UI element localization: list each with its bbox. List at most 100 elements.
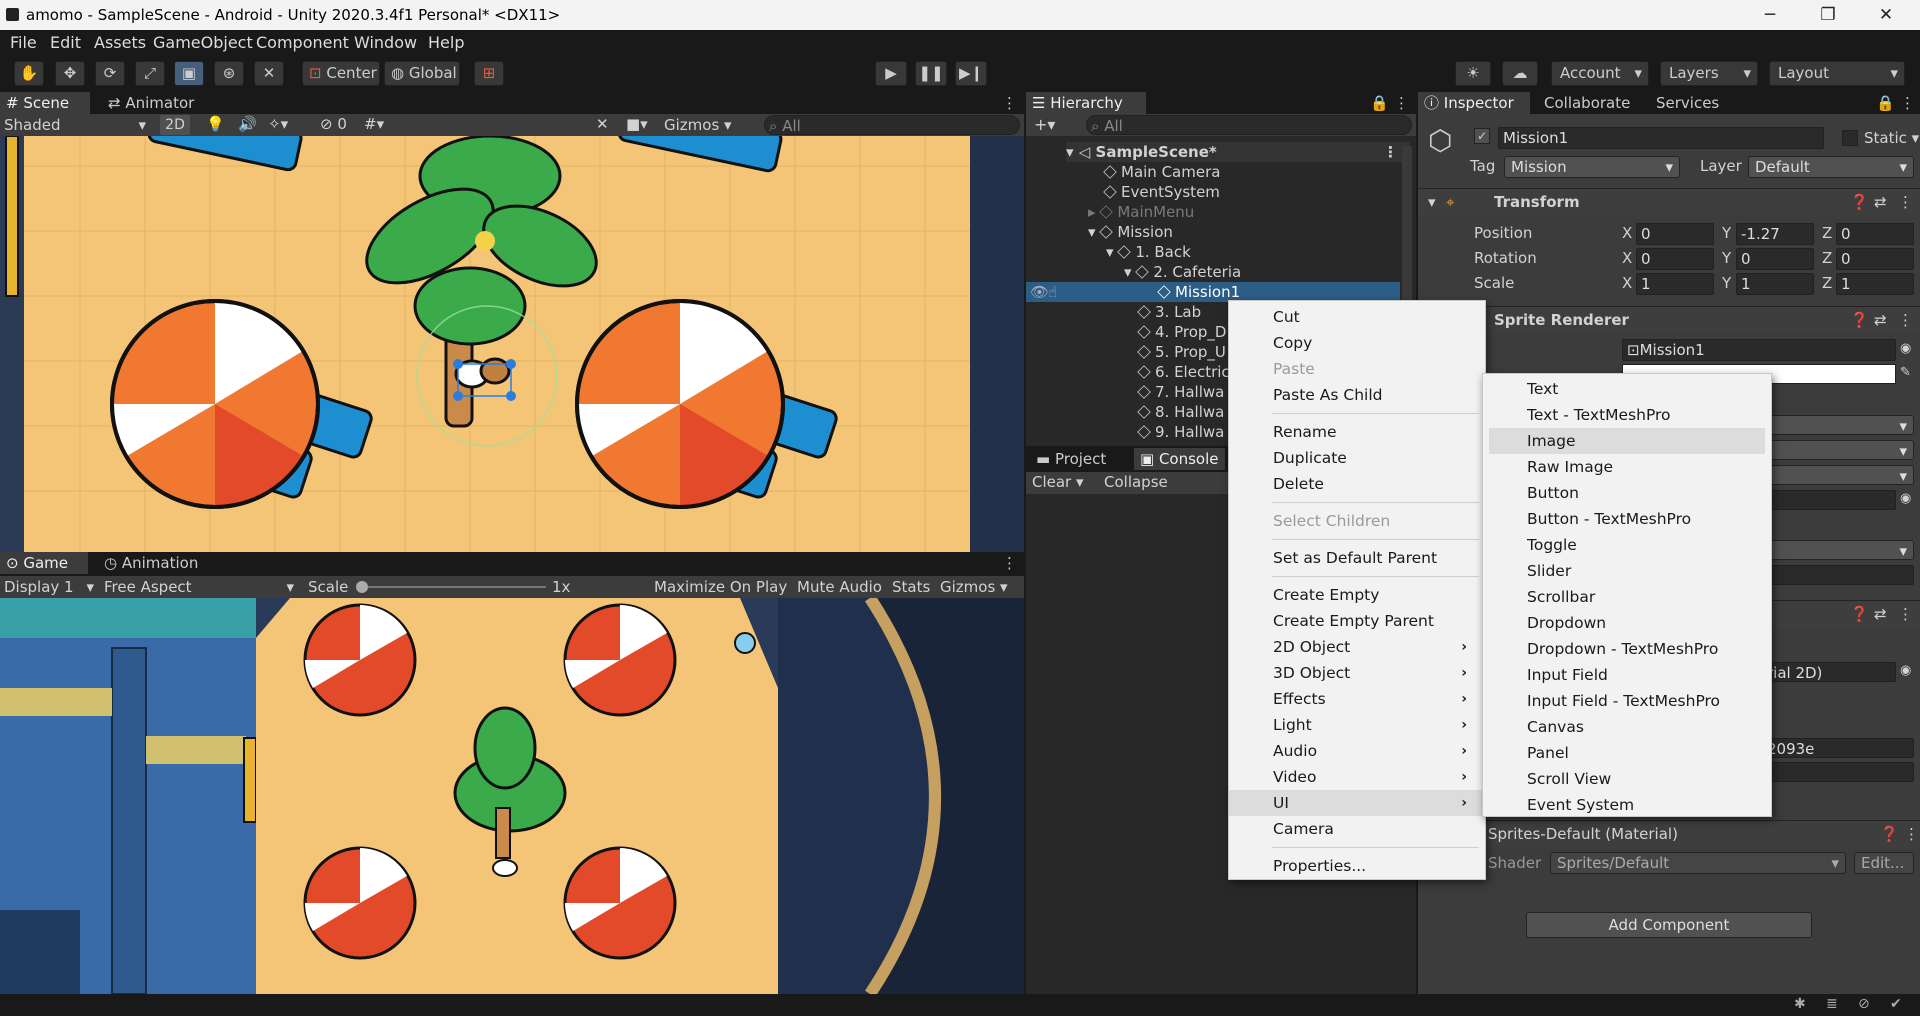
object-name-input[interactable]: Mission1 [1498,127,1824,149]
submenu-item-toggle[interactable]: Toggle [1483,532,1771,558]
submenu-item-canvas[interactable]: Canvas [1483,714,1771,740]
clear-button[interactable]: Clear ▾ [1032,473,1084,491]
hierarchy-item-mainmenu[interactable]: ▸ MainMenu [1088,202,1194,222]
menu-item-audio[interactable]: Audio › [1229,738,1485,764]
kebab-menu-icon[interactable]: ⋮ [996,552,1023,574]
preset-icon[interactable]: ⇄ [1874,605,1887,623]
tab-inspector[interactable]: ⓘ Inspector [1418,92,1530,114]
stats-button[interactable]: Stats [892,577,930,597]
game-view[interactable] [0,598,1024,994]
shader-dropdown[interactable]: Sprites/Default ▾ [1550,852,1846,874]
menu-item-paste[interactable]: Paste [1229,356,1485,382]
sprite-field[interactable]: ⊡Mission1 [1622,339,1896,361]
static-checkbox[interactable] [1842,130,1858,146]
tab-collaborate[interactable]: Collaborate [1538,92,1636,114]
effects-icon[interactable]: ✧▾ [268,115,288,133]
menu-item-3d-object[interactable]: 3D Object › [1229,660,1485,686]
tab-animation[interactable]: ◷ Animation [98,552,204,574]
menu-edit[interactable]: Edit [50,33,81,52]
menu-item-light[interactable]: Light › [1229,712,1485,738]
scale-slider-handle[interactable] [356,581,368,593]
cloud-icon[interactable]: ☁ [1502,61,1538,86]
pos-x-field[interactable]: 0 [1636,223,1714,245]
step-button[interactable]: ▶❙ [955,61,987,86]
submenu-item-input-field[interactable]: Input Field [1483,662,1771,688]
sprite-renderer-header[interactable]: Sprite Renderer ❓ ⇄ ⋮ [1418,306,1920,334]
menu-item-set-default-parent[interactable]: Set as Default Parent [1229,545,1485,571]
menu-item-cut[interactable]: Cut [1229,304,1485,330]
progress-icon[interactable]: ⊘ [1858,996,1870,1012]
hierarchy-item-cafeteria[interactable]: ▾ 2. Cafeteria [1124,262,1241,282]
help-icon[interactable]: ❓ [1850,605,1869,623]
shading-mode-dropdown[interactable]: Shaded ▾ [4,115,150,135]
pos-z-field[interactable]: 0 [1836,223,1914,245]
scl-y-field[interactable]: 1 [1736,273,1814,295]
pivot-global-button[interactable]: ◍ Global [384,61,460,86]
light-settings-icon[interactable]: ☀ [1455,61,1491,86]
rect-tool-icon[interactable]: ▣ [174,61,204,86]
static-dropdown[interactable]: Static ▾ [1864,129,1919,147]
submenu-item-event-system[interactable]: Event System [1483,792,1771,818]
hierarchy-item-mission1-selected[interactable]: 👁 ☝ Mission1 [1026,282,1400,302]
rot-x-field[interactable]: 0 [1636,248,1714,270]
hidden-objects-icon[interactable]: ⊘ 0 [320,115,347,133]
create-button[interactable]: +▾ [1034,115,1055,134]
hierarchy-item-hallway-8[interactable]: 8. Hallwa [1137,402,1224,422]
layer-dropdown[interactable]: Default ▾ [1748,156,1914,178]
grid-icon[interactable]: #▾ [364,115,384,133]
pause-button[interactable]: ❚❚ [915,61,947,86]
hierarchy-search-input[interactable]: ⌕ All [1086,115,1412,135]
custom-tool-icon[interactable]: ✕ [254,61,284,86]
menu-window[interactable]: Window [354,33,417,52]
menu-item-select-children[interactable]: Select Children [1229,508,1485,534]
camera-icon[interactable]: ■▾ [626,115,648,133]
transform-tool-icon[interactable]: ⊛ [214,61,244,86]
menu-item-create-empty[interactable]: Create Empty [1229,582,1485,608]
display-dropdown[interactable]: Display 1 ▾ [4,577,96,597]
kebab-menu-icon[interactable]: ⋮ [996,92,1023,114]
kebab-menu-icon[interactable]: ⋮ [1898,605,1913,623]
account-dropdown[interactable]: Account ▾ [1551,61,1649,86]
hierarchy-item-mission[interactable]: ▾ Mission [1088,222,1173,242]
value-field[interactable] [1762,762,1914,782]
tab-services[interactable]: Services [1650,92,1725,114]
rot-y-field[interactable]: 0 [1736,248,1814,270]
play-button[interactable]: ▶ [875,61,907,86]
menu-component[interactable]: Component [256,33,349,52]
tab-scene[interactable]: # Scene [0,92,90,114]
tab-game[interactable]: ⊙ Game [0,552,88,574]
menu-item-2d-object[interactable]: 2D Object › [1229,634,1485,660]
transform-header[interactable]: ▾ ⌖ Transform ❓ ⇄ ⋮ [1418,188,1920,216]
object-picker-icon[interactable]: ◉ [1900,491,1911,506]
help-icon[interactable]: ❓ [1850,311,1869,329]
object-picker-icon[interactable]: ◉ [1900,341,1911,356]
kebab-menu-icon[interactable]: ⋮ [1388,92,1415,114]
tools-icon[interactable]: ✕ [596,115,609,133]
menu-item-paste-as-child[interactable]: Paste As Child [1229,382,1485,408]
rotate-tool-icon[interactable]: ⟳ [95,61,125,86]
submenu-item-button-tmp[interactable]: Button - TextMeshPro [1483,506,1771,532]
hierarchy-item-hallway-7[interactable]: 7. Hallwa [1137,382,1224,402]
pos-y-field[interactable]: -1.27 [1736,223,1814,245]
menu-item-properties[interactable]: Properties... [1229,853,1485,879]
submenu-item-raw-image[interactable]: Raw Image [1483,454,1771,480]
scl-x-field[interactable]: 1 [1636,273,1714,295]
eyedropper-icon[interactable]: ✎ [1900,365,1911,380]
submenu-item-slider[interactable]: Slider [1483,558,1771,584]
shader-edit-button[interactable]: Edit... [1854,852,1914,874]
menu-help[interactable]: Help [428,33,464,52]
visibility-eye-icon[interactable]: 👁 [1030,282,1049,302]
submenu-item-panel[interactable]: Panel [1483,740,1771,766]
menu-item-rename[interactable]: Rename [1229,419,1485,445]
kebab-menu-icon[interactable]: ⋮ [1894,92,1920,114]
pivot-center-button[interactable]: ⊡ Center [302,61,380,86]
menu-gameobject[interactable]: GameObject [153,33,253,52]
maximize-button[interactable]: ❐ [1806,3,1850,27]
scale-slider-track[interactable] [360,586,546,588]
help-icon[interactable]: ❓ [1880,825,1899,843]
kebab-menu-icon[interactable]: ⋮ [1904,825,1919,843]
material-2d-field[interactable]: rial 2D) [1762,662,1896,682]
menu-item-video[interactable]: Video › [1229,764,1485,790]
menu-item-create-empty-parent[interactable]: Create Empty Parent [1229,608,1485,634]
submenu-item-scroll-view[interactable]: Scroll View [1483,766,1771,792]
